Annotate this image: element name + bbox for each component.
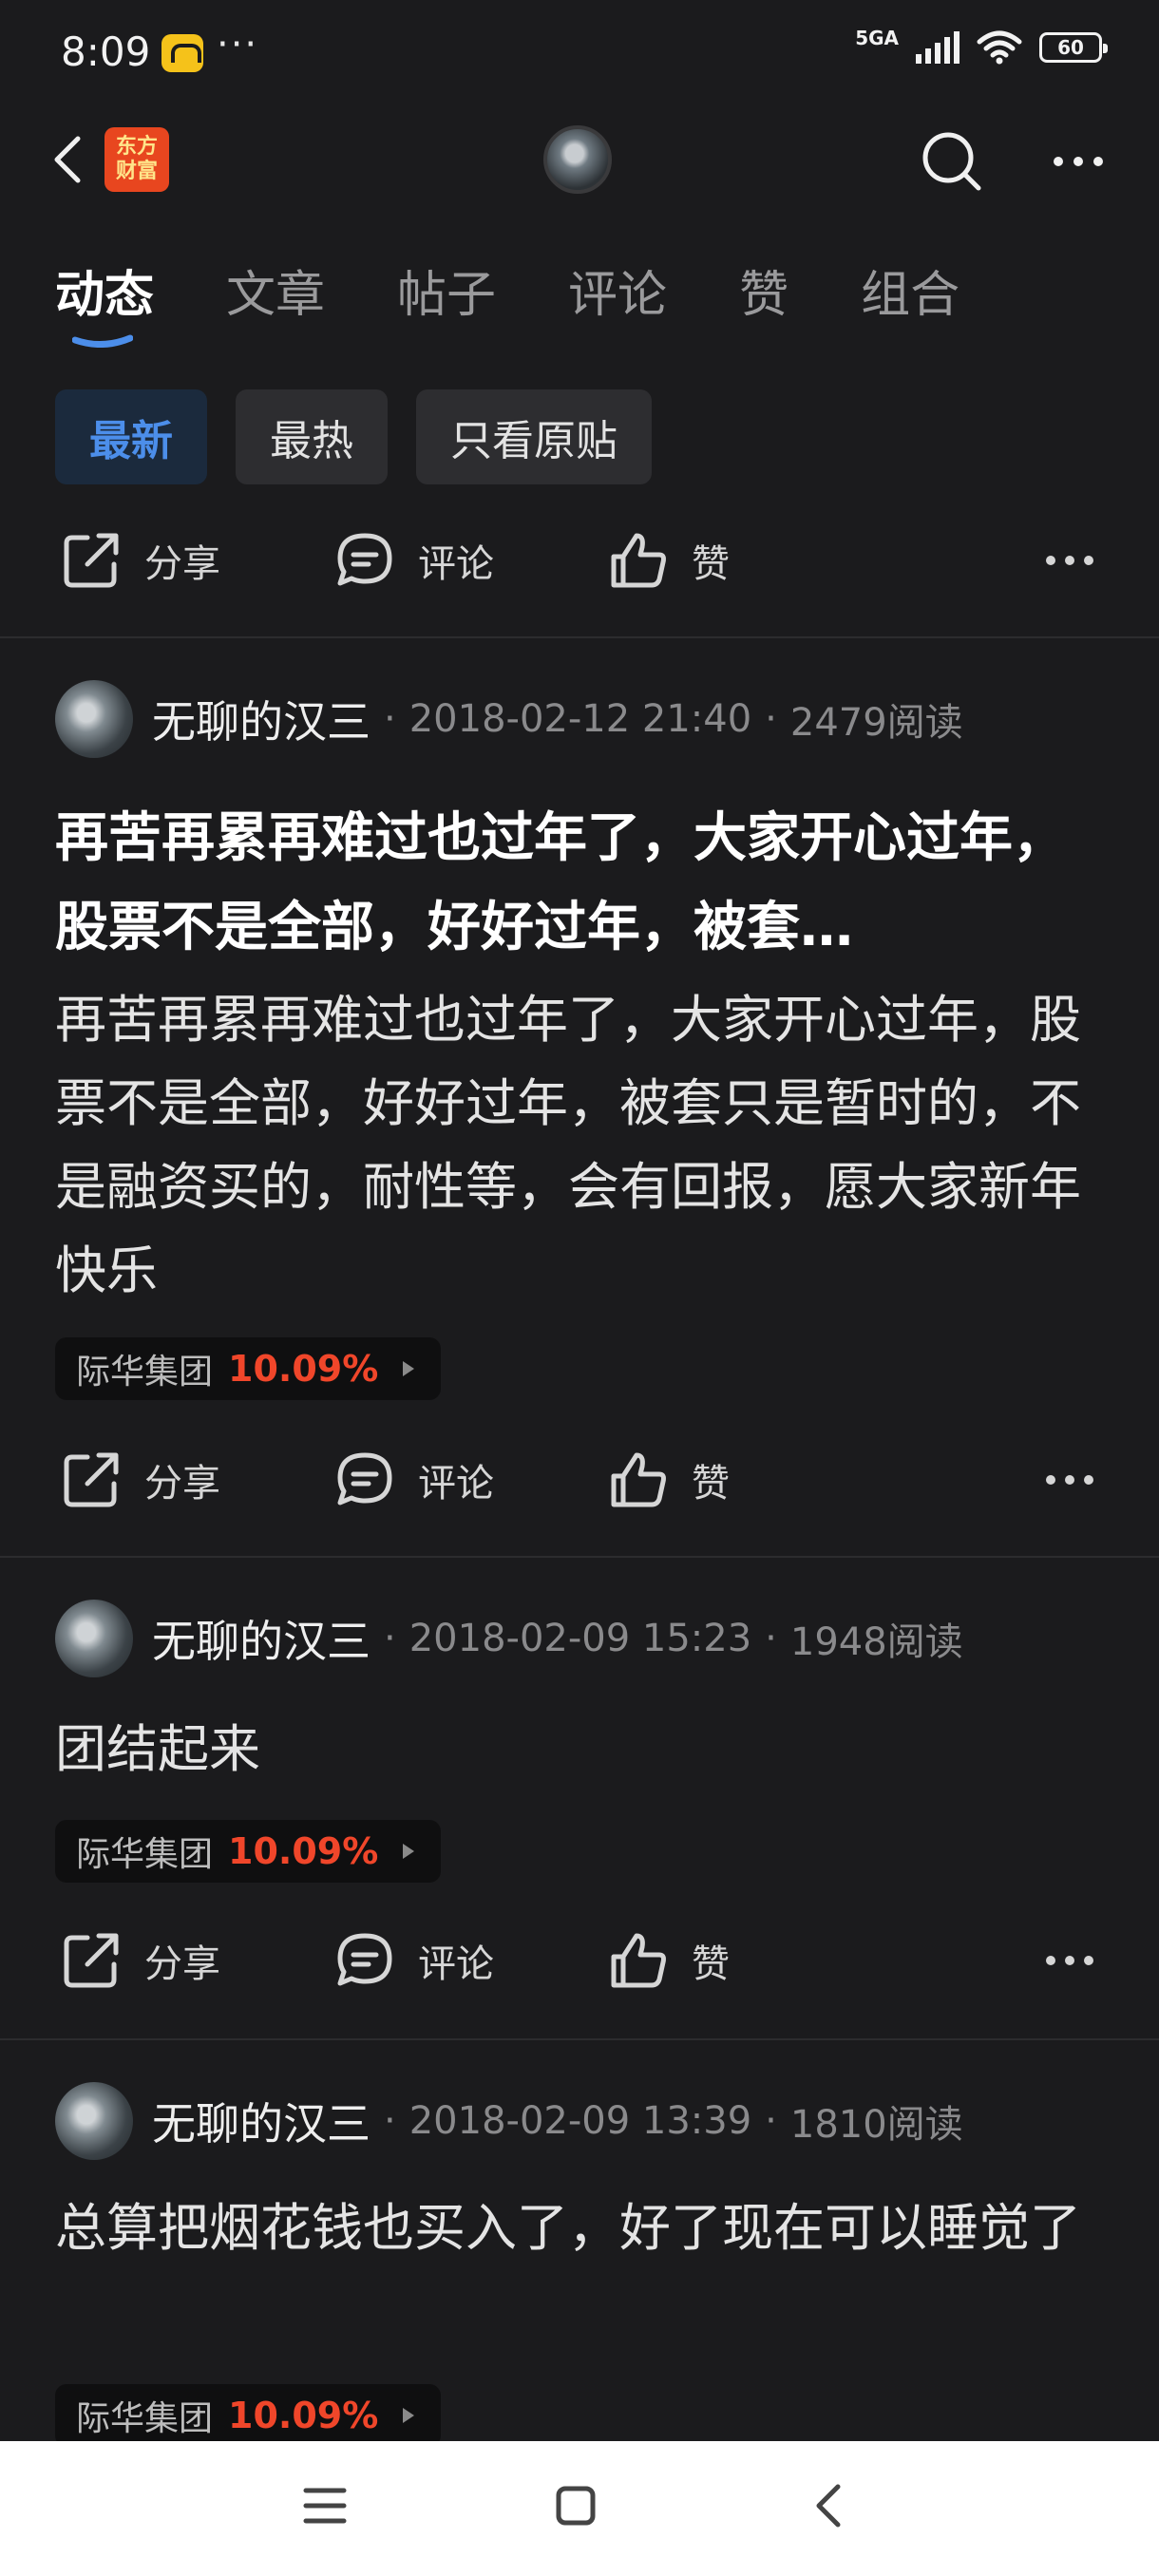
- tab-comments[interactable]: 评论: [568, 255, 667, 331]
- filter-chips: 最新 最热 只看原贴: [55, 389, 652, 484]
- divider: [0, 636, 1159, 638]
- share-button[interactable]: 分享: [59, 1928, 220, 1993]
- post-date: 2018-02-12 21:40: [408, 697, 752, 741]
- post-more-icon[interactable]: [1041, 1941, 1098, 1979]
- stock-tag[interactable]: 际华集团 10.09%: [55, 1337, 442, 1400]
- author-avatar[interactable]: [55, 680, 133, 758]
- play-arrow-icon: [403, 1361, 415, 1376]
- comment-icon: [337, 533, 392, 586]
- post-meta: 无聊的汉三 · 2018-02-12 21:40 · 2479阅读: [55, 680, 963, 758]
- back-nav-icon[interactable]: [809, 2481, 847, 2530]
- play-arrow-icon: [403, 1844, 415, 1859]
- comment-icon: [337, 1933, 392, 1986]
- post-body[interactable]: 总算把烟花钱也买入了，好了现在可以睡觉了: [55, 2187, 1110, 2270]
- divider: [0, 2038, 1159, 2040]
- network-type: 5GA: [855, 27, 899, 49]
- post-meta: 无聊的汉三 · 2018-02-09 15:23 · 1948阅读: [55, 1600, 963, 1677]
- stock-change: 10.09%: [228, 1348, 379, 1390]
- comment-button[interactable]: 评论: [332, 528, 494, 593]
- stock-name: 际华集团: [76, 2399, 214, 2438]
- thumbs-up-icon: [611, 1933, 666, 1988]
- read-count: 1810阅读: [789, 2103, 963, 2147]
- like-button[interactable]: 赞: [606, 1448, 730, 1512]
- post-meta: 无聊的汉三 · 2018-02-09 13:39 · 1810阅读: [55, 2082, 963, 2160]
- share-icon: [64, 533, 119, 588]
- post-action-bar: 分享 评论 赞: [0, 1448, 1159, 1524]
- tab-articles[interactable]: 文章: [226, 255, 325, 331]
- author-name[interactable]: 无聊的汉三: [152, 2090, 370, 2152]
- comment-icon: [337, 1452, 392, 1506]
- stock-change: 10.09%: [228, 1830, 379, 1872]
- like-button[interactable]: 赞: [606, 528, 730, 593]
- back-icon[interactable]: [42, 131, 99, 188]
- eastmoney-logo[interactable]: 东方 财富: [104, 127, 169, 192]
- author-avatar[interactable]: [55, 2082, 133, 2160]
- home-icon[interactable]: [555, 2485, 597, 2527]
- share-button[interactable]: 分享: [59, 528, 220, 593]
- stock-tag[interactable]: 际华集团 10.09%: [55, 1820, 442, 1883]
- share-icon: [64, 1933, 119, 1988]
- stock-tag[interactable]: 际华集团 10.09%: [55, 2384, 442, 2447]
- thumbs-up-icon: [611, 1452, 666, 1507]
- post-action-bar: 分享 评论 赞: [0, 528, 1159, 604]
- recent-apps-icon[interactable]: [302, 2485, 348, 2527]
- top-app-bar: 东方 财富: [0, 106, 1159, 213]
- post-more-icon[interactable]: [1041, 1461, 1098, 1499]
- divider: [0, 1556, 1159, 1558]
- stock-change: 10.09%: [228, 2395, 379, 2436]
- like-button[interactable]: 赞: [606, 1928, 730, 1993]
- profile-tabs: 动态 文章 帖子 评论 赞 组合: [55, 255, 960, 348]
- post-date: 2018-02-09 15:23: [408, 1617, 752, 1660]
- comment-button[interactable]: 评论: [332, 1928, 494, 1993]
- status-time: 8:09: [61, 28, 151, 75]
- thumbs-up-icon: [611, 533, 666, 588]
- filter-latest[interactable]: 最新: [55, 389, 207, 484]
- read-count: 2479阅读: [789, 701, 963, 745]
- filter-original-only[interactable]: 只看原贴: [416, 389, 652, 484]
- stock-name: 际华集团: [76, 1835, 214, 1874]
- comment-button[interactable]: 评论: [332, 1448, 494, 1512]
- search-icon[interactable]: [918, 127, 984, 194]
- post-body[interactable]: 再苦再累再难过也过年了，大家开心过年，股票不是全部，好好过年，被套只是暂时的，不…: [55, 978, 1110, 1313]
- post-action-bar: 分享 评论 赞: [0, 1928, 1159, 2004]
- status-bar: 8:09 ··· 5GA 60: [0, 0, 1159, 106]
- post-body[interactable]: 团结起来: [55, 1708, 1110, 1791]
- author-name[interactable]: 无聊的汉三: [152, 688, 370, 750]
- status-more-icon: ···: [217, 23, 259, 66]
- app-notification-icon: [162, 34, 203, 72]
- tab-likes[interactable]: 赞: [739, 255, 788, 331]
- more-options-icon[interactable]: [1045, 127, 1112, 194]
- author-avatar[interactable]: [55, 1600, 133, 1677]
- filter-hottest[interactable]: 最热: [236, 389, 388, 484]
- share-icon: [64, 1452, 119, 1507]
- active-tab-indicator: [72, 334, 133, 348]
- tab-posts[interactable]: 帖子: [397, 255, 496, 331]
- share-button[interactable]: 分享: [59, 1448, 220, 1512]
- post-more-icon[interactable]: [1041, 541, 1098, 579]
- wifi-icon: [977, 30, 1022, 65]
- battery-icon: 60: [1039, 32, 1108, 63]
- play-arrow-icon: [403, 2408, 415, 2423]
- system-navigation-bar: [0, 2441, 1159, 2576]
- signal-icon: [916, 31, 960, 64]
- tab-portfolio[interactable]: 组合: [861, 255, 960, 331]
- read-count: 1948阅读: [789, 1620, 963, 1664]
- tab-dynamic[interactable]: 动态: [55, 255, 154, 348]
- post-title[interactable]: 再苦再累再难过也过年了，大家开心过年，股票不是全部，好好过年，被套…: [55, 794, 1110, 973]
- author-name[interactable]: 无聊的汉三: [152, 1607, 370, 1670]
- stock-name: 际华集团: [76, 1353, 214, 1392]
- profile-avatar[interactable]: [543, 125, 612, 194]
- post-date: 2018-02-09 13:39: [408, 2099, 752, 2143]
